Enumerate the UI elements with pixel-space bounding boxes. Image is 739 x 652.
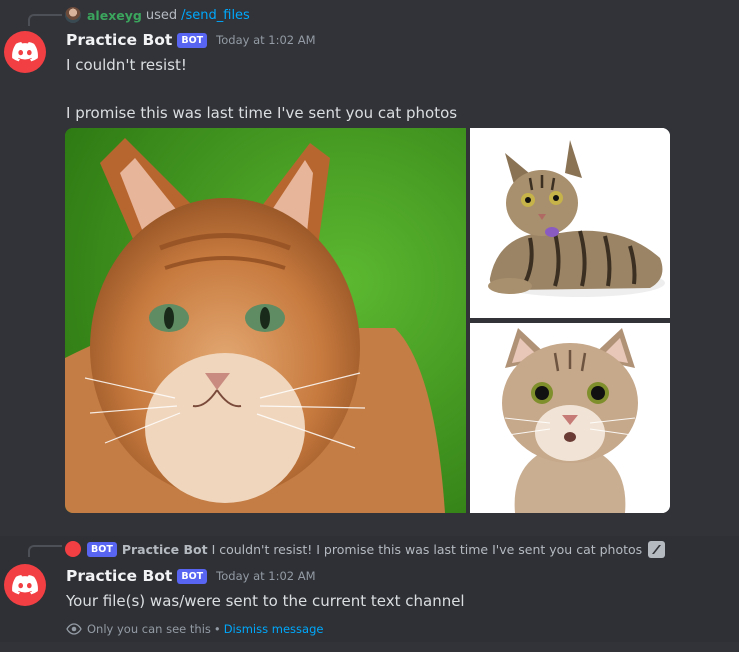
discord-logo-icon [12, 42, 38, 62]
slash-command-icon [648, 540, 666, 558]
bot-tag: BOT [177, 32, 208, 48]
cat-image-3[interactable] [470, 323, 670, 513]
timestamp[interactable]: Today at 1:02 AM [216, 569, 315, 583]
discord-logo-icon [12, 575, 38, 595]
only-you-note: Only you can see this [87, 622, 211, 636]
slash-command-link[interactable]: /send_files [181, 8, 250, 23]
bot-avatar-small[interactable] [65, 541, 81, 557]
message-text-line-1: I couldn't resist! [66, 56, 187, 74]
reply-message-preview[interactable]: I couldn't resist! I promise this was la… [212, 542, 643, 557]
reply-username[interactable]: alexeyg [87, 8, 142, 23]
message-header: Practice Bot BOT Today at 1:02 AM [66, 31, 316, 49]
bot-tag: BOT [177, 568, 208, 584]
message-text: Your file(s) was/were sent to the curren… [66, 592, 465, 610]
bot-tag: BOT [87, 541, 117, 557]
reply-spine [28, 545, 62, 557]
reply-spine [28, 14, 62, 26]
image-gallery [65, 128, 670, 513]
bot-avatar[interactable] [4, 31, 46, 73]
message-header: Practice Bot BOT Today at 1:02 AM [66, 567, 316, 585]
cat-image-2[interactable] [470, 128, 670, 318]
bottom-spacer [0, 642, 739, 652]
author-name[interactable]: Practice Bot [66, 31, 172, 49]
sitting-tabby-cat-picture [470, 323, 670, 513]
dismiss-message-link[interactable]: Dismiss message [224, 622, 324, 636]
message-2: BOT Practice Bot I couldn't resist! I pr… [0, 536, 739, 642]
bot-avatar[interactable] [4, 564, 46, 606]
reply-preview[interactable]: alexeyg used /send_files [65, 5, 250, 25]
separator-dot: • [213, 622, 221, 636]
orange-cat-picture [65, 128, 466, 513]
cat-image-1[interactable] [65, 128, 466, 513]
eye-icon [66, 623, 82, 635]
message-text-line-2: I promise this was last time I've sent y… [66, 104, 458, 122]
author-name[interactable]: Practice Bot [66, 567, 172, 585]
message-1: alexeyg used /send_files Practice Bot BO… [0, 0, 739, 530]
reply-author-name[interactable]: Practice Bot [122, 542, 208, 557]
user-avatar-small[interactable] [65, 7, 81, 23]
timestamp[interactable]: Today at 1:02 AM [216, 33, 315, 47]
ephemeral-notice: Only you can see this • Dismiss message [66, 622, 323, 636]
reply-used-label: used [145, 7, 178, 23]
reply-preview[interactable]: BOT Practice Bot I couldn't resist! I pr… [65, 539, 666, 559]
lying-tabby-cat-picture [470, 128, 670, 318]
